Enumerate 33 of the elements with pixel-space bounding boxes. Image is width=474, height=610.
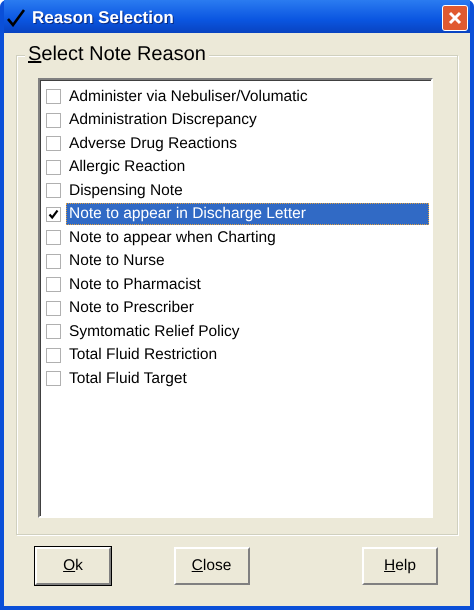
- checkbox[interactable]: [46, 160, 61, 175]
- checkmark-icon: [6, 8, 26, 28]
- checkbox[interactable]: [46, 183, 61, 198]
- close-icon: [447, 10, 463, 26]
- checkbox[interactable]: [46, 112, 61, 128]
- list-item[interactable]: Dispensing Note: [66, 180, 429, 202]
- checkbox[interactable]: [46, 136, 61, 152]
- list-item[interactable]: Note to Pharmacist: [66, 274, 429, 296]
- list-item[interactable]: Symtomatic Relief Policy: [66, 320, 429, 343]
- checkbox[interactable]: [46, 254, 61, 269]
- dialog-button[interactable]: Help: [362, 547, 438, 585]
- list-item[interactable]: Administration Discrepancy: [66, 109, 429, 132]
- checkbox[interactable]: [46, 300, 61, 316]
- list-item[interactable]: Note to appear when Charting: [66, 226, 429, 249]
- list-item[interactable]: Note to Nurse: [66, 250, 429, 272]
- list-item[interactable]: Note to Prescriber: [66, 297, 429, 320]
- list-item[interactable]: Adverse Drug Reactions: [66, 132, 429, 155]
- checkbox[interactable]: [46, 277, 61, 292]
- checkbox[interactable]: [46, 206, 61, 222]
- list-item[interactable]: Note to appear in Discharge Letter: [66, 203, 429, 226]
- list-item[interactable]: Total Fluid Target: [66, 368, 429, 390]
- list-item[interactable]: Allergic Reaction: [66, 156, 429, 178]
- list-item[interactable]: Administer via Nebuliser/Volumatic: [66, 86, 429, 108]
- checkbox[interactable]: [46, 348, 61, 363]
- window-title: Reason Selection: [32, 8, 175, 28]
- checkbox[interactable]: [46, 230, 61, 246]
- dialog-button[interactable]: Close: [174, 547, 250, 585]
- checkbox[interactable]: [46, 89, 61, 104]
- close-button[interactable]: [442, 4, 468, 30]
- checkbox[interactable]: [46, 371, 61, 386]
- dialog-button[interactable]: Ok: [35, 547, 111, 585]
- list-item[interactable]: Total Fluid Restriction: [66, 344, 429, 366]
- checkbox[interactable]: [46, 324, 61, 340]
